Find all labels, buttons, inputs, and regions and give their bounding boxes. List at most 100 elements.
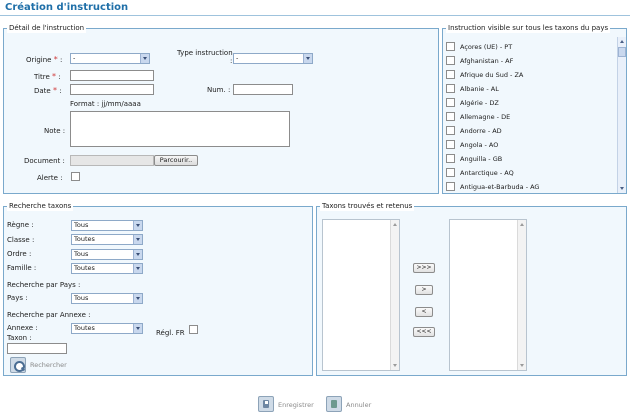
classe-select[interactable]: Toutes: [71, 234, 143, 245]
alerte-label: Alerte :: [37, 174, 63, 182]
chevron-down-icon: [140, 54, 149, 63]
list-item[interactable]: Antigua-et-Barbuda - AG: [446, 181, 606, 194]
country-name: Antarctique - AQ: [460, 169, 514, 177]
scroll-up-icon[interactable]: [518, 220, 526, 229]
retained-taxa-list[interactable]: [449, 219, 527, 371]
add-one-button[interactable]: >: [415, 285, 433, 295]
chevron-down-icon: [133, 294, 142, 303]
retained-taxa-scrollbar[interactable]: [517, 220, 526, 370]
country-list-scrollbar[interactable]: [617, 37, 626, 193]
list-item[interactable]: Albanie - AL: [446, 83, 606, 96]
search-by-annex-label: Recherche par Annexe :: [7, 311, 91, 319]
document-file-input[interactable]: [70, 155, 154, 166]
chevron-down-icon: [133, 264, 142, 273]
country-name: Afrique du Sud - ZA: [460, 71, 524, 79]
taxon-input[interactable]: [7, 343, 67, 354]
country-checkbox[interactable]: [446, 84, 455, 93]
chevron-down-icon: [133, 235, 142, 244]
country-name: Algérie - DZ: [460, 99, 499, 107]
add-all-button[interactable]: >>>: [413, 263, 435, 273]
date-input[interactable]: [70, 84, 154, 95]
list-item[interactable]: Andorre - AD: [446, 125, 606, 138]
country-checkbox[interactable]: [446, 42, 455, 51]
list-item[interactable]: Angola - AO: [446, 139, 606, 152]
famille-select[interactable]: Toutes: [71, 263, 143, 274]
browse-button[interactable]: Parcourir..: [154, 155, 198, 166]
titre-input[interactable]: [70, 70, 154, 81]
type-instruction-label: Type instruction: [177, 49, 233, 57]
scroll-up-icon[interactable]: [618, 37, 626, 46]
chevron-down-icon: [133, 250, 142, 259]
cancel-icon[interactable]: [326, 396, 342, 412]
note-label: Note :: [44, 127, 66, 135]
country-checkbox[interactable]: [446, 154, 455, 163]
country-checkbox[interactable]: [446, 182, 455, 191]
instruction-detail-panel: Détail de l'instruction Origine * : - Ty…: [3, 24, 439, 194]
list-item[interactable]: Açores (UE) - PT: [446, 41, 606, 54]
note-textarea[interactable]: [70, 111, 290, 147]
required-mark: *: [53, 55, 58, 64]
country-checkbox[interactable]: [446, 168, 455, 177]
date-format-hint: Format : jj/mm/aaaa: [70, 100, 141, 108]
chevron-down-icon: [303, 54, 312, 63]
list-item[interactable]: Afghanistan - AF: [446, 55, 606, 68]
list-item[interactable]: Algérie - DZ: [446, 97, 606, 110]
num-input[interactable]: [233, 84, 293, 95]
required-mark: *: [52, 72, 57, 81]
annexe-select[interactable]: Toutes: [71, 323, 143, 334]
country-name: Angola - AO: [460, 141, 499, 149]
type-instruction-select[interactable]: -: [233, 53, 313, 64]
country-name: Andorre - AD: [460, 127, 502, 135]
taxa-transfer-panel: Taxons trouvés et retenus >>> > < <<<: [316, 202, 627, 376]
regne-select[interactable]: Tous: [71, 220, 143, 231]
search-icon[interactable]: [10, 357, 26, 373]
taxa-transfer-legend: Taxons trouvés et retenus: [320, 202, 415, 211]
title-divider: [0, 15, 630, 16]
list-item[interactable]: Anguilla - GB: [446, 153, 606, 166]
taxon-label: Taxon :: [7, 334, 32, 342]
country-name: Allemagne - DE: [460, 113, 511, 121]
found-taxa-list[interactable]: [322, 219, 400, 371]
scroll-down-icon[interactable]: [618, 184, 626, 193]
regne-label: Règne :: [7, 221, 34, 229]
origine-select[interactable]: -: [70, 53, 150, 64]
country-checkbox[interactable]: [446, 56, 455, 65]
country-checkbox[interactable]: [446, 112, 455, 121]
country-checkbox[interactable]: [446, 126, 455, 135]
famille-label: Famille :: [7, 264, 37, 272]
alerte-checkbox[interactable]: [71, 172, 80, 181]
search-by-country-label: Recherche par Pays :: [7, 281, 81, 289]
cancel-button[interactable]: Annuler: [346, 401, 371, 409]
scroll-down-icon[interactable]: [518, 361, 526, 370]
save-icon[interactable]: [258, 396, 274, 412]
date-label: Date * :: [34, 86, 62, 95]
classe-label: Classe :: [7, 236, 35, 244]
ordre-select[interactable]: Tous: [71, 249, 143, 260]
found-taxa-scrollbar[interactable]: [390, 220, 399, 370]
scroll-thumb[interactable]: [618, 47, 626, 57]
page-title: Création d'instruction: [5, 2, 129, 13]
taxon-search-legend: Recherche taxons: [7, 202, 74, 211]
required-mark: *: [52, 86, 57, 95]
num-label: Num. :: [207, 86, 231, 94]
remove-all-button[interactable]: <<<: [413, 327, 435, 337]
document-label: Document :: [24, 157, 65, 165]
scroll-down-icon[interactable]: [391, 361, 399, 370]
country-checkbox[interactable]: [446, 98, 455, 107]
list-item[interactable]: Antarctique - AQ: [446, 167, 606, 180]
scroll-up-icon[interactable]: [391, 220, 399, 229]
list-item[interactable]: Allemagne - DE: [446, 111, 606, 124]
country-visibility-panel: Instruction visible sur tous les taxons …: [442, 24, 627, 194]
remove-one-button[interactable]: <: [415, 307, 433, 317]
pays-select[interactable]: Tous: [71, 293, 143, 304]
country-name: Albanie - AL: [460, 85, 499, 93]
annexe-label: Annexe :: [7, 324, 38, 332]
list-item[interactable]: Afrique du Sud - ZA: [446, 69, 606, 82]
country-checkbox[interactable]: [446, 140, 455, 149]
country-list[interactable]: Açores (UE) - PT Afghanistan - AF Afriqu…: [443, 37, 626, 193]
save-button[interactable]: Enregistrer: [278, 401, 314, 409]
regl-fr-checkbox[interactable]: [189, 325, 198, 334]
pays-label: Pays :: [7, 294, 28, 302]
country-checkbox[interactable]: [446, 70, 455, 79]
search-button[interactable]: Rechercher: [30, 361, 67, 369]
